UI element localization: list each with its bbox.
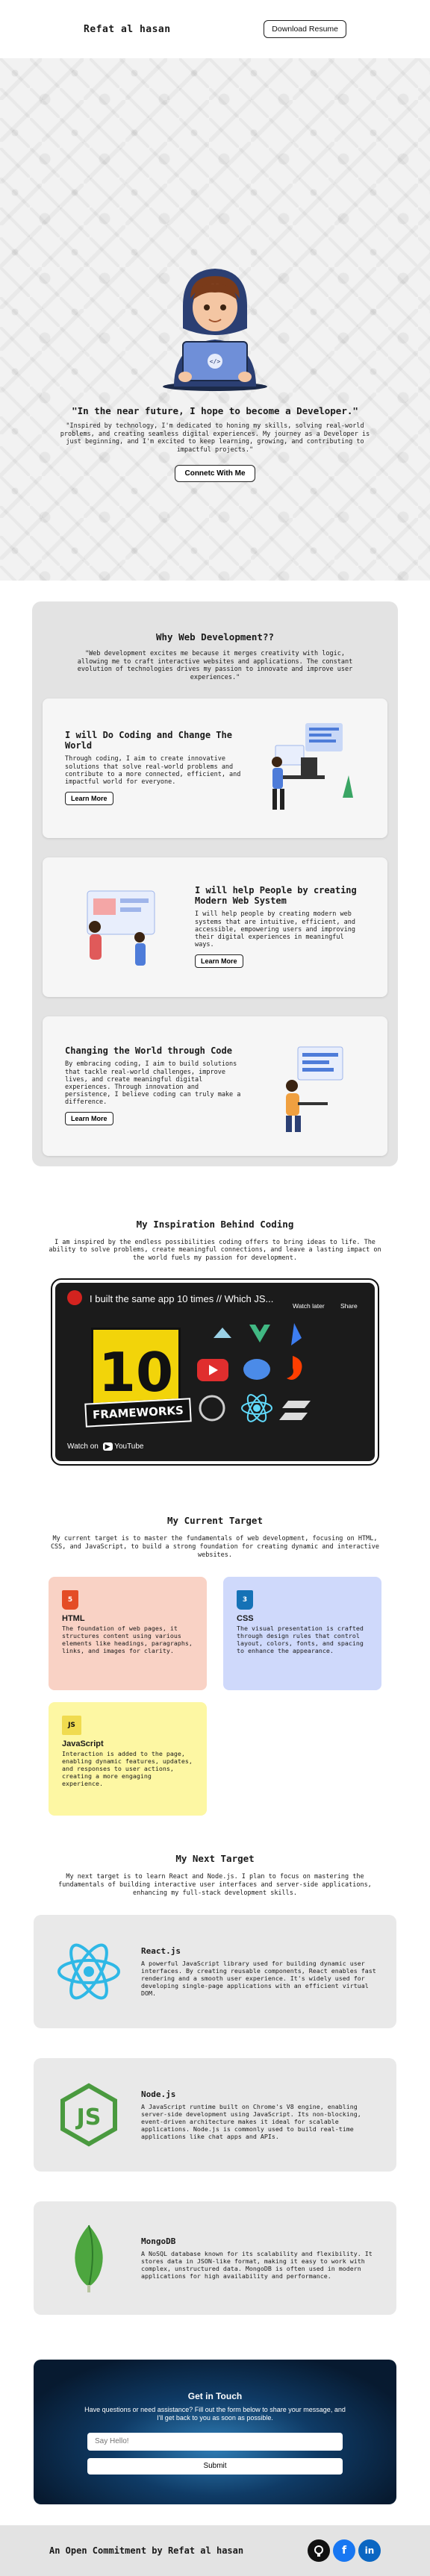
inspiration-text: I am inspired by the endless possibiliti… bbox=[49, 1238, 381, 1262]
why-intro: "Web development excites me because it m… bbox=[77, 650, 353, 681]
inspiration-section: My Inspiration Behind Coding I am inspir… bbox=[0, 1218, 430, 1466]
learn-more-button[interactable]: Learn More bbox=[65, 792, 113, 806]
learn-more-button[interactable]: Learn More bbox=[195, 954, 243, 969]
next-card-text: A JavaScript runtime built on Chrome's V… bbox=[141, 2102, 361, 2140]
mongodb-leaf-icon bbox=[52, 2221, 126, 2295]
svg-text:</>: </> bbox=[210, 358, 221, 365]
next-card-node: JS Node.js A JavaScript runtime built on… bbox=[34, 2058, 396, 2172]
message-input[interactable] bbox=[87, 2432, 343, 2451]
hero-text: "In the near future, I hope to become a … bbox=[0, 405, 430, 482]
next-card-text: A NoSQL database known for its scalabili… bbox=[141, 2249, 373, 2280]
footer-text: An Open Commitment by Refat al hasan bbox=[49, 2545, 244, 2557]
react-icon bbox=[52, 1934, 126, 2009]
youtube-label: YouTube bbox=[114, 1442, 144, 1451]
youtube-video-embed[interactable]: I built the same app 10 times // Which J… bbox=[51, 1278, 379, 1466]
hero-section: </> "In the near future, I hope to becom… bbox=[0, 58, 430, 581]
connect-button[interactable]: Connetc With Me bbox=[175, 464, 255, 482]
why-card-title: Changing the World through Code bbox=[65, 1045, 232, 1056]
next-title: My Next Target bbox=[175, 1853, 255, 1865]
css3-icon: 3 bbox=[237, 1590, 253, 1610]
team-collaboration-illustration bbox=[87, 890, 155, 966]
target-card-title: JavaScript bbox=[62, 1739, 104, 1749]
site-logo[interactable]: Refat al hasan bbox=[84, 24, 171, 35]
share-button[interactable]: Share bbox=[340, 1302, 358, 1310]
why-web-development-section: Why Web Development?? "Web development e… bbox=[32, 601, 398, 1166]
next-target-section: My Next Target My next target is to lear… bbox=[0, 1853, 430, 2316]
hero-quote: "In the near future, I hope to become a … bbox=[72, 405, 358, 416]
watch-on-youtube-button[interactable]: Watch on ▶ YouTube bbox=[67, 1442, 143, 1451]
target-intro: My current target is to master the funda… bbox=[50, 1535, 380, 1559]
target-card-text: Interaction is added to the page, enabli… bbox=[62, 1750, 193, 1788]
target-card-title: CSS bbox=[237, 1614, 254, 1624]
next-card-text: A powerful JavaScript library used for b… bbox=[141, 1959, 376, 1997]
why-card-modern-web: I will help People by creating Modern We… bbox=[43, 857, 387, 997]
thumbnail-number: 10 bbox=[98, 1341, 174, 1404]
next-card-title: React.js bbox=[141, 1945, 181, 1956]
thumbnail-label: FRAMEWORKS bbox=[84, 1398, 192, 1428]
social-links: f in bbox=[308, 2539, 381, 2563]
why-card-changing-world: Changing the World through Code By embra… bbox=[43, 1016, 387, 1156]
contact-title: Get in Touch bbox=[187, 2391, 243, 2402]
next-card-react: React.js A powerful JavaScript library u… bbox=[34, 1915, 396, 2029]
nodejs-icon: JS bbox=[52, 2078, 126, 2152]
developer-avatar-illustration: </> bbox=[152, 254, 278, 392]
watch-later-button[interactable]: Watch later bbox=[293, 1302, 325, 1310]
linkedin-icon[interactable]: in bbox=[358, 2539, 381, 2563]
download-resume-button[interactable]: Download Resume bbox=[264, 20, 346, 38]
next-card-mongodb: MongoDB A NoSQL database known for its s… bbox=[34, 2201, 396, 2316]
site-header: Refat al hasan Download Resume bbox=[0, 0, 430, 58]
target-card-javascript: JS JavaScript Interaction is added to th… bbox=[49, 1702, 207, 1816]
target-title: My Current Target bbox=[167, 1515, 263, 1527]
next-card-title: Node.js bbox=[141, 2089, 176, 2099]
why-card-text: By embracing coding, I aim to build solu… bbox=[65, 1060, 241, 1107]
next-intro: My next target is to learn React and Nod… bbox=[58, 1873, 372, 1897]
why-title: Why Web Development?? bbox=[155, 631, 275, 643]
why-card-text: Through coding, I aim to create innovati… bbox=[65, 755, 241, 786]
video-title[interactable]: I built the same app 10 times // Which J… bbox=[90, 1293, 273, 1304]
developer-desk-illustration bbox=[272, 723, 353, 810]
svg-text:JS: JS bbox=[75, 2104, 102, 2130]
laptop-coder-illustration bbox=[286, 1046, 343, 1132]
target-card-title: HTML bbox=[62, 1614, 85, 1624]
site-footer: An Open Commitment by Refat al hasan f i… bbox=[0, 2525, 430, 2576]
target-card-css: 3 CSS The visual presentation is crafted… bbox=[223, 1577, 381, 1691]
next-card-title: MongoDB bbox=[141, 2236, 176, 2246]
learn-more-button[interactable]: Learn More bbox=[65, 1112, 113, 1126]
contact-text: Have questions or need assistance? Fill … bbox=[84, 2406, 346, 2422]
hero-description: "Inspired by technology, I'm dedicated t… bbox=[60, 422, 370, 454]
submit-button[interactable]: Submit bbox=[87, 2457, 343, 2475]
html5-icon: 5 bbox=[62, 1590, 78, 1610]
target-card-html: 5 HTML The foundation of web pages, it s… bbox=[49, 1577, 207, 1691]
watch-on-label: Watch on bbox=[67, 1442, 99, 1451]
contact-section: Get in Touch Have questions or need assi… bbox=[34, 2360, 396, 2505]
framework-logos-icon bbox=[197, 1323, 311, 1423]
current-target-section: My Current Target My current target is t… bbox=[0, 1515, 430, 1816]
why-card-text: I will help people by creating modern we… bbox=[195, 910, 355, 949]
why-card-title: I will Do Coding and Change The World bbox=[65, 729, 232, 751]
why-card-coding: I will Do Coding and Change The World Th… bbox=[43, 698, 387, 838]
javascript-icon: JS bbox=[62, 1716, 81, 1736]
why-card-title: I will help People by creating Modern We… bbox=[195, 884, 357, 906]
target-card-text: The visual presentation is crafted throu… bbox=[237, 1625, 364, 1655]
facebook-icon[interactable]: f bbox=[333, 2539, 355, 2563]
inspiration-title: My Inspiration Behind Coding bbox=[136, 1218, 294, 1230]
channel-fire-icon[interactable] bbox=[67, 1290, 82, 1306]
github-icon[interactable] bbox=[308, 2539, 330, 2563]
target-card-text: The foundation of web pages, it structur… bbox=[62, 1625, 193, 1655]
